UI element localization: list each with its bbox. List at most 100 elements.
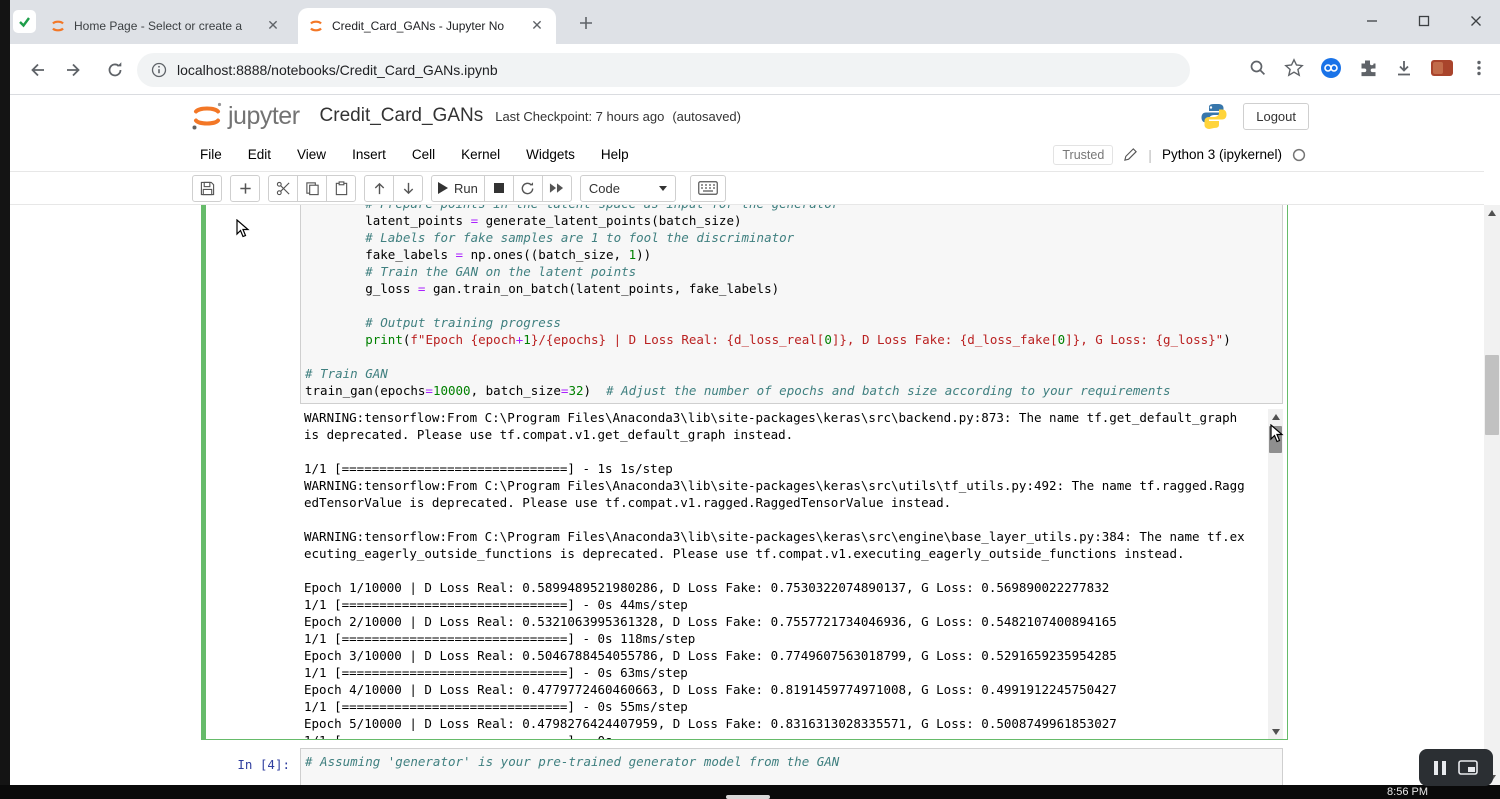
code-line[interactable]: # Train GAN [305, 365, 1278, 382]
menu-edit[interactable]: Edit [248, 147, 271, 162]
insert-cell-button[interactable] [230, 175, 260, 202]
output-line: Epoch 1/10000 | D Loss Real: 0.589948952… [304, 579, 1287, 596]
extensions-puzzle-icon[interactable] [1358, 58, 1378, 78]
interrupt-kernel-button[interactable] [484, 175, 514, 202]
bookmark-star-icon[interactable] [1284, 58, 1304, 78]
forward-button[interactable] [62, 58, 86, 82]
jupyter-toolbar: Run Code [10, 172, 1484, 205]
picture-in-picture-icon[interactable] [1458, 760, 1478, 775]
mouse-cursor-scrollbar [1270, 424, 1284, 449]
scissors-icon [276, 181, 291, 196]
tab-home-page[interactable]: Home Page - Select or create a ✕ [40, 8, 292, 44]
tab-close-icon[interactable]: ✕ [528, 17, 546, 35]
window-maximize-button[interactable] [1402, 6, 1446, 36]
output-line: WARNING:tensorflow:From C:\Program Files… [304, 528, 1287, 545]
output-scrollbar[interactable] [1268, 409, 1283, 739]
page-scrollbar[interactable] [1484, 205, 1500, 785]
code-comment: # Assuming 'generator' is your pre-train… [305, 754, 839, 769]
code-line[interactable]: g_loss = gan.train_on_batch(latent_point… [305, 280, 1278, 297]
check-badge[interactable] [13, 10, 36, 33]
extension-badge-icon[interactable] [1320, 57, 1342, 79]
logout-button[interactable]: Logout [1243, 103, 1309, 130]
code-line[interactable]: # Labels for fake samples are 1 to fool … [305, 229, 1278, 246]
tab-close-icon[interactable]: ✕ [264, 17, 282, 35]
pause-icon[interactable] [1434, 761, 1446, 775]
jupyter-logo-text[interactable]: jupyter [228, 102, 300, 131]
output-line: 1/1 [==============================] - 1… [304, 460, 1287, 477]
menu-view[interactable]: View [297, 147, 326, 162]
browser-navbar: localhost:8888/notebooks/Credit_Card_GAN… [10, 44, 1500, 95]
profile-avatar[interactable] [1430, 59, 1454, 77]
back-button[interactable] [25, 58, 49, 82]
output-scroll-up-arrow[interactable] [1268, 409, 1283, 424]
paste-cell-button[interactable] [326, 175, 356, 202]
code-editor[interactable]: # Assuming 'generator' is your pre-train… [300, 748, 1283, 785]
trusted-badge[interactable]: Trusted [1053, 145, 1113, 165]
taskbar-peek [726, 795, 770, 799]
tab-credit-card-gans[interactable]: Credit_Card_GANs - Jupyter No ✕ [298, 8, 556, 44]
mouse-cursor [236, 219, 250, 244]
code-editor[interactable]: # Prepare points in the latent space as … [300, 205, 1283, 404]
zoom-icon[interactable] [1248, 58, 1268, 78]
site-info-icon[interactable] [151, 62, 167, 78]
python-logo-icon [1200, 102, 1228, 135]
save-button[interactable] [192, 175, 222, 202]
code-line[interactable]: # Output training progress [305, 314, 1278, 331]
copy-cell-button[interactable] [297, 175, 327, 202]
menu-file[interactable]: File [200, 147, 222, 162]
address-bar[interactable]: localhost:8888/notebooks/Credit_Card_GAN… [137, 53, 1190, 87]
green-check-icon [17, 14, 32, 29]
code-line[interactable]: # Prepare points in the latent space as … [305, 205, 1278, 212]
menubar-right: Trusted | Python 3 (ipykernel) [1053, 137, 1306, 172]
stop-icon [493, 182, 505, 194]
output-line [304, 562, 1287, 579]
download-icon[interactable] [1394, 58, 1414, 78]
menu-help[interactable]: Help [601, 147, 629, 162]
browser-tabbar: Home Page - Select or create a ✕ Credit_… [10, 0, 1500, 44]
output-line: 1/1 [==============================] - 0… [304, 596, 1287, 613]
notebook-title[interactable]: Credit_Card_GANs [320, 105, 484, 127]
output-line: Epoch 3/10000 | D Loss Real: 0.504678845… [304, 647, 1287, 664]
code-line[interactable] [305, 348, 1278, 365]
tab-title: Credit_Card_GANs - Jupyter No [332, 19, 520, 33]
jupyter-logo-icon[interactable] [190, 101, 224, 131]
window-minimize-button[interactable] [1350, 6, 1394, 36]
menu-widgets[interactable]: Widgets [526, 147, 575, 162]
run-button[interactable]: Run [431, 175, 485, 202]
code-line[interactable]: print(f"Epoch {epoch+1}/{epochs} | D Los… [305, 331, 1278, 348]
page-scroll-up-arrow[interactable] [1484, 205, 1500, 220]
restart-run-all-button[interactable] [542, 175, 572, 202]
divider: | [1148, 147, 1152, 163]
output-line: Epoch 5/10000 | D Loss Real: 0.479827642… [304, 715, 1287, 732]
cut-cell-button[interactable] [268, 175, 298, 202]
kernel-name[interactable]: Python 3 (ipykernel) [1162, 147, 1282, 162]
cell-type-select[interactable]: Code [580, 175, 676, 202]
input-prompt: In [4]: [206, 757, 300, 772]
jupyter-menubar: FileEditViewInsertCellKernelWidgetsHelp … [10, 137, 1484, 172]
command-palette-button[interactable] [690, 175, 726, 202]
code-cell-selected[interactable]: # Prepare points in the latent space as … [201, 205, 1288, 740]
code-line[interactable] [305, 297, 1278, 314]
output-scroll-down-arrow[interactable] [1268, 724, 1283, 739]
code-line[interactable]: fake_labels = np.ones((batch_size, 1)) [305, 246, 1278, 263]
move-cell-up-button[interactable] [364, 175, 394, 202]
reload-button[interactable] [103, 58, 127, 82]
code-line[interactable]: train_gan(epochs=10000, batch_size=32) #… [305, 382, 1278, 399]
code-cell-next[interactable]: In [4]: # Assuming 'generator' is your p… [201, 747, 1288, 785]
fast-forward-icon [549, 182, 564, 194]
menu-cell[interactable]: Cell [412, 147, 435, 162]
browser-menu-icon[interactable] [1470, 59, 1488, 77]
new-tab-button[interactable] [575, 12, 597, 34]
chevron-down-icon [659, 186, 667, 191]
move-cell-down-button[interactable] [393, 175, 423, 202]
menu-insert[interactable]: Insert [352, 147, 386, 162]
code-line[interactable]: # Train the GAN on the latent points [305, 263, 1278, 280]
window-close-button[interactable] [1454, 6, 1498, 36]
code-line[interactable]: latent_points = generate_latent_points(b… [305, 212, 1278, 229]
menu-kernel[interactable]: Kernel [461, 147, 500, 162]
url-text: localhost:8888/notebooks/Credit_Card_GAN… [177, 62, 498, 78]
arrow-up-icon [372, 181, 387, 196]
page-scrollbar-thumb[interactable] [1485, 355, 1499, 435]
restart-kernel-button[interactable] [513, 175, 543, 202]
media-controls-overlay[interactable] [1419, 749, 1493, 786]
